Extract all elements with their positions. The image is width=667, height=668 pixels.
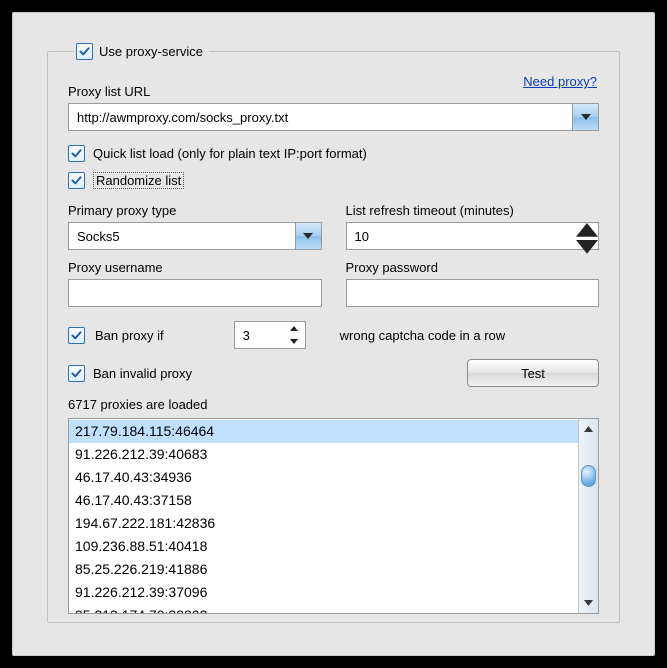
primary-type-label: Primary proxy type xyxy=(68,203,322,218)
proxy-password-value xyxy=(347,280,599,306)
check-icon xyxy=(70,147,83,160)
check-icon xyxy=(78,45,91,58)
randomize-checkbox[interactable] xyxy=(68,172,85,189)
scroll-down-button[interactable] xyxy=(579,593,598,613)
check-icon xyxy=(70,174,83,187)
triangle-down-icon xyxy=(584,600,593,606)
proxy-listbox[interactable]: 217.79.184.115:4646491.226.212.39:406834… xyxy=(68,418,599,614)
ban-if-label: Ban proxy if xyxy=(95,328,164,343)
test-button[interactable]: Test xyxy=(467,359,599,387)
chevron-down-icon xyxy=(303,233,313,239)
proxy-password-label: Proxy password xyxy=(346,260,600,275)
randomize-label: Randomize list xyxy=(93,172,184,189)
list-item[interactable]: 91.226.212.39:40683 xyxy=(69,443,578,466)
scrollbar[interactable] xyxy=(578,419,598,613)
scroll-thumb[interactable] xyxy=(581,465,596,487)
proxy-username-value xyxy=(69,280,321,306)
refresh-timeout-value: 10 xyxy=(347,223,577,249)
primary-type-combo[interactable]: Socks5 xyxy=(68,222,322,250)
ban-if-count-spin[interactable]: 3 xyxy=(234,321,306,349)
list-item[interactable]: 194.67.222.181:42836 xyxy=(69,512,578,535)
primary-type-dropdown-button[interactable] xyxy=(295,223,321,249)
list-item[interactable]: 95.213.174.70:38802 xyxy=(69,604,578,613)
list-item[interactable]: 109.236.88.51:40418 xyxy=(69,535,578,558)
ban-invalid-label: Ban invalid proxy xyxy=(93,366,192,381)
primary-type-value: Socks5 xyxy=(69,223,295,249)
proxy-list-items: 217.79.184.115:4646491.226.212.39:406834… xyxy=(69,419,578,613)
triangle-down-icon xyxy=(290,339,298,344)
proxy-username-field[interactable] xyxy=(68,279,322,307)
list-item[interactable]: 46.17.40.43:37158 xyxy=(69,489,578,512)
refresh-spin-down[interactable] xyxy=(576,240,598,257)
scroll-up-button[interactable] xyxy=(579,419,598,439)
triangle-up-icon xyxy=(576,223,598,237)
triangle-up-icon xyxy=(290,326,298,331)
refresh-timeout-label: List refresh timeout (minutes) xyxy=(346,203,600,218)
check-icon xyxy=(70,329,83,342)
ban-if-checkbox[interactable] xyxy=(68,327,85,344)
ban-if-spin-down[interactable] xyxy=(283,335,305,348)
proxy-password-field[interactable] xyxy=(346,279,600,307)
group-legend: Use proxy-service xyxy=(74,43,209,60)
quick-load-checkbox[interactable] xyxy=(68,145,85,162)
list-item[interactable]: 85.25.226.219:41886 xyxy=(69,558,578,581)
scroll-track[interactable] xyxy=(579,439,598,593)
group-title: Use proxy-service xyxy=(99,44,203,59)
quick-load-label: Quick list load (only for plain text IP:… xyxy=(93,146,367,161)
ban-if-spin-up[interactable] xyxy=(283,322,305,335)
refresh-timeout-spin[interactable]: 10 xyxy=(346,222,600,250)
proxy-username-label: Proxy username xyxy=(68,260,322,275)
proxy-list-url-label: Proxy list URL xyxy=(68,84,599,99)
list-item[interactable]: 46.17.40.43:34936 xyxy=(69,466,578,489)
panel: Use proxy-service Need proxy? Proxy list… xyxy=(12,12,655,656)
need-proxy-link[interactable]: Need proxy? xyxy=(523,74,597,89)
use-proxy-group: Use proxy-service Need proxy? Proxy list… xyxy=(47,43,620,623)
proxy-list-url-dropdown-button[interactable] xyxy=(572,104,598,130)
proxy-list-url-value: http://awmproxy.com/socks_proxy.txt xyxy=(69,104,572,130)
triangle-down-icon xyxy=(576,240,598,254)
proxy-list-url-combo[interactable]: http://awmproxy.com/socks_proxy.txt xyxy=(68,103,599,131)
refresh-spin-up[interactable] xyxy=(576,223,598,240)
list-item[interactable]: 217.79.184.115:46464 xyxy=(69,420,578,443)
chevron-down-icon xyxy=(581,114,591,120)
triangle-up-icon xyxy=(584,426,593,432)
ban-if-suffix: wrong captcha code in a row xyxy=(340,328,505,343)
ban-invalid-checkbox[interactable] xyxy=(68,365,85,382)
list-item[interactable]: 91.226.212.39:37096 xyxy=(69,581,578,604)
check-icon xyxy=(70,367,83,380)
loaded-status: 6717 proxies are loaded xyxy=(68,397,599,412)
ban-if-count-value: 3 xyxy=(235,322,283,348)
use-proxy-checkbox[interactable] xyxy=(76,43,93,60)
